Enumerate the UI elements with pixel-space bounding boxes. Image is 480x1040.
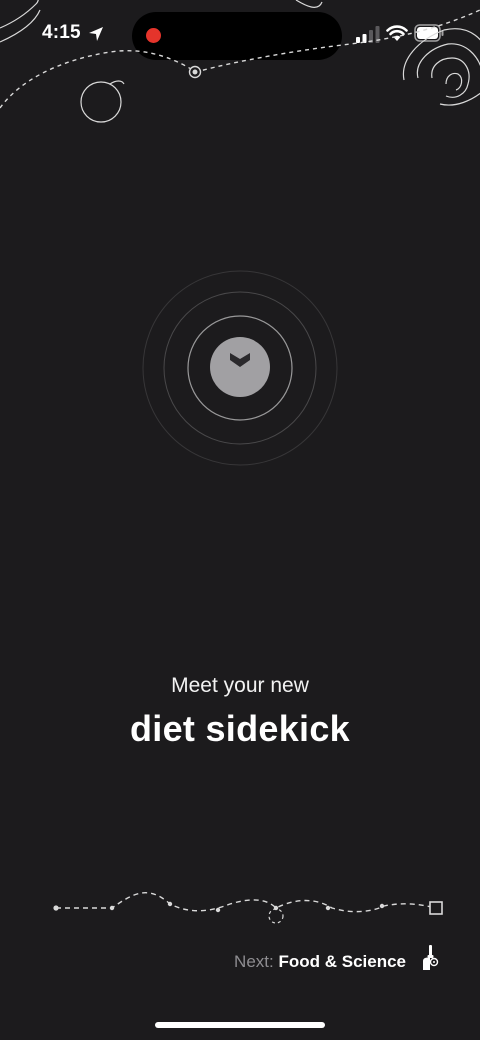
heart-chevron-logo-icon <box>230 353 250 367</box>
home-indicator[interactable] <box>155 1022 325 1028</box>
topographic-decoration <box>0 0 480 123</box>
headline-subtitle: Meet your new <box>171 674 309 697</box>
next-value: Food & Science <box>278 952 406 971</box>
headline-title: diet sidekick <box>129 708 350 749</box>
onboarding-progress-path <box>53 892 443 924</box>
next-step-link[interactable]: Next: Food & Science <box>234 952 406 972</box>
beaker-pipette-icon <box>423 945 439 970</box>
next-label: Next: <box>234 952 274 971</box>
